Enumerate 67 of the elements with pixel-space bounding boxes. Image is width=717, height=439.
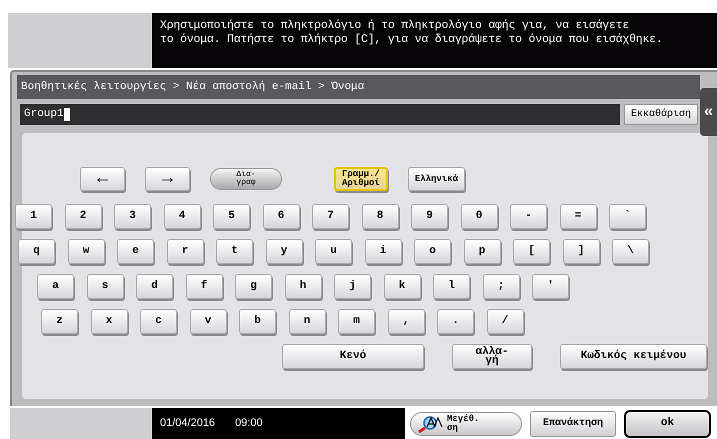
key[interactable]: . <box>437 309 474 334</box>
key[interactable]: r <box>166 239 204 264</box>
mode-key[interactable]: Ελληνικά <box>408 167 466 191</box>
key[interactable]: [ <box>513 239 550 264</box>
key[interactable]: 6 <box>262 204 300 229</box>
key[interactable]: ' <box>532 274 569 299</box>
key[interactable]: v <box>190 309 226 334</box>
key[interactable]: w <box>68 239 104 264</box>
key[interactable]: c <box>140 309 177 334</box>
key[interactable]: u <box>315 239 352 264</box>
ok-button[interactable]: ok <box>624 410 711 438</box>
name-input-field[interactable]: Group1 <box>20 104 620 125</box>
key[interactable]: h <box>284 274 322 299</box>
key[interactable]: k <box>384 274 420 299</box>
key[interactable]: a <box>37 274 74 299</box>
key[interactable]: o <box>414 239 451 264</box>
key[interactable]: 7 <box>312 204 349 229</box>
mode-key[interactable]: Γραμμ./ Αριθμοί <box>334 167 388 191</box>
key[interactable]: Κωδικός κειμένου <box>560 344 707 369</box>
clear-button[interactable]: Εκκαθάριση <box>624 104 698 125</box>
restore-button[interactable]: Επανάκτηση <box>530 410 616 436</box>
key[interactable]: ] <box>562 239 600 264</box>
key[interactable]: e <box>117 239 154 264</box>
key[interactable]: f <box>186 274 222 299</box>
key[interactable]: s <box>86 274 124 299</box>
key[interactable]: x <box>90 309 128 334</box>
key[interactable]: 0 <box>460 204 498 229</box>
key[interactable]: ; <box>482 274 520 299</box>
key[interactable]: n <box>288 309 326 334</box>
time-text: 09:00 <box>235 416 263 432</box>
arrow-key[interactable]: → <box>145 167 190 191</box>
key[interactable]: \ <box>612 239 649 264</box>
key[interactable]: - <box>510 204 547 229</box>
key[interactable]: / <box>486 309 524 334</box>
zoom-button[interactable]: Μεγέθ. ση <box>410 412 522 436</box>
key[interactable]: m <box>338 309 375 334</box>
key[interactable]: 4 <box>164 204 200 229</box>
text-cursor <box>64 108 70 121</box>
key[interactable]: αλλα- γή <box>452 344 532 369</box>
arrow-key[interactable]: ← <box>80 167 125 191</box>
key[interactable]: , <box>388 309 424 334</box>
key[interactable]: p <box>464 239 500 264</box>
collapse-tab[interactable]: « <box>700 88 717 136</box>
key[interactable]: y <box>266 239 302 264</box>
date-text: 01/04/2016 <box>160 416 216 432</box>
key[interactable]: 1 <box>15 204 52 229</box>
delete-key[interactable]: Δια- γραφ <box>210 168 282 190</box>
breadcrumb: Βοηθητικές λειτουργίες > Νέα αποστολή e-mail > Όνομα <box>17 75 700 99</box>
key[interactable]: Κενό <box>282 344 424 369</box>
key[interactable]: 5 <box>213 204 250 229</box>
key[interactable]: 2 <box>64 204 102 229</box>
key[interactable]: d <box>136 274 173 299</box>
magnifier-icon <box>417 414 443 432</box>
key[interactable]: t <box>216 239 253 264</box>
key[interactable]: q <box>18 239 55 264</box>
key[interactable]: 9 <box>411 204 448 229</box>
key[interactable]: g <box>235 274 272 299</box>
key[interactable]: 8 <box>362 204 398 229</box>
key[interactable]: ` <box>609 204 646 229</box>
key[interactable]: = <box>560 204 596 229</box>
key[interactable]: i <box>364 239 402 264</box>
key[interactable]: l <box>433 274 470 299</box>
key[interactable]: 3 <box>114 204 151 229</box>
key[interactable]: j <box>334 274 371 299</box>
key[interactable]: b <box>239 309 276 334</box>
key[interactable]: z <box>41 309 78 334</box>
instruction-message: Χρησιμοποιήστε το πληκτρολόγιο ή το πληκτρολόγιο αφής για, να εισάγετε το όνομα. Πατήστε το πλήκτρο [C], για να διαγράψετε το όνομα που εισάχθηκε. <box>152 13 717 68</box>
